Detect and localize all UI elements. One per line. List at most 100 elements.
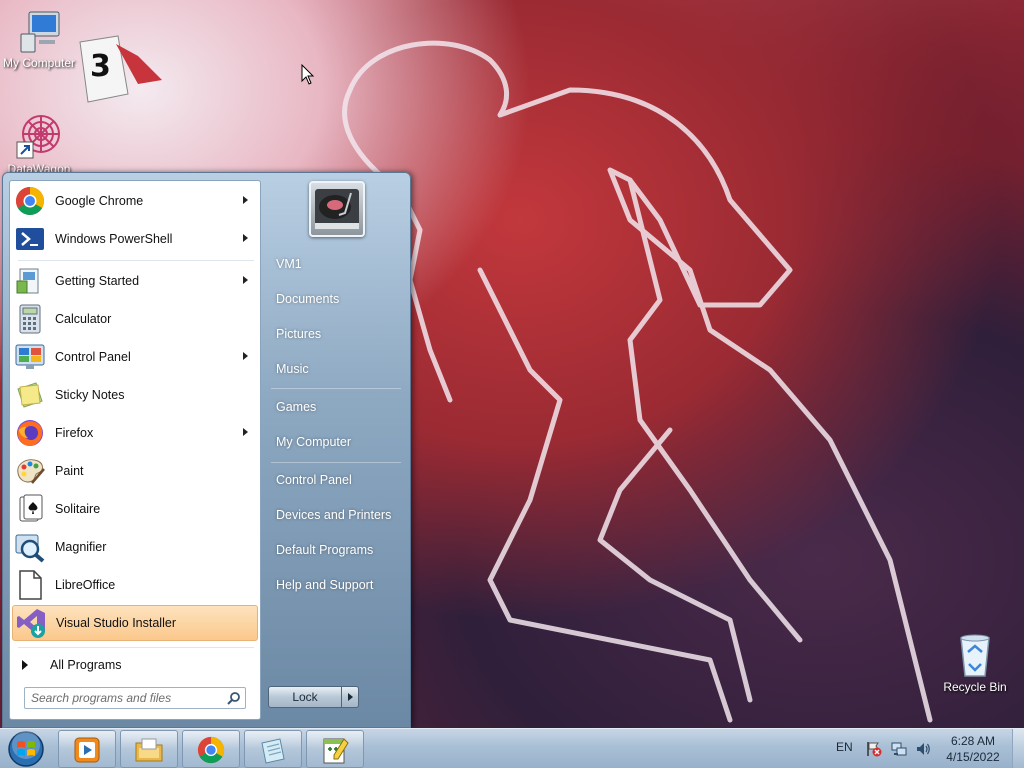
separator [18, 260, 254, 261]
submenu-arrow-icon [243, 352, 248, 360]
link-devices-and-printers[interactable]: Devices and Printers [265, 500, 407, 530]
language-indicator[interactable]: EN [836, 740, 853, 754]
network-icon[interactable] [891, 741, 907, 757]
program-firefox[interactable]: Firefox [12, 415, 258, 451]
program-magnifier[interactable]: Magnifier [12, 529, 258, 565]
wallpaper-chalk-outline [342, 40, 933, 723]
program-label: Paint [55, 464, 84, 478]
desktop-icon-my-computer[interactable]: My Computer [0, 10, 78, 70]
link-pictures[interactable]: Pictures [265, 319, 407, 349]
program-sticky-notes[interactable]: Sticky Notes [12, 377, 258, 413]
sticky-notes-icon [17, 382, 43, 408]
expand-arrow-icon [22, 660, 28, 670]
search-box[interactable] [24, 687, 246, 709]
turntable-icon [315, 189, 359, 229]
program-label: Solitaire [55, 502, 101, 516]
link-music[interactable]: Music [265, 354, 407, 384]
program-label: Sticky Notes [55, 388, 125, 402]
user-account-picture[interactable] [309, 181, 365, 237]
program-google-chrome[interactable]: Google Chrome [12, 183, 258, 219]
recycle-bin-icon [960, 634, 990, 677]
lock-button[interactable]: Lock [268, 686, 342, 708]
shutdown-options-button[interactable] [342, 686, 359, 708]
clock-date: 4/15/2022 [946, 750, 1000, 764]
link-games[interactable]: Games [265, 392, 407, 422]
program-control-panel[interactable]: Control Panel [12, 339, 258, 375]
search-icon[interactable] [227, 691, 241, 705]
desktop-icon-label: Recycle Bin [943, 680, 1007, 694]
submenu-arrow-icon [243, 276, 248, 284]
program-label: Google Chrome [55, 194, 144, 208]
magnifier-icon [15, 534, 45, 563]
calendar-gadget-icon: 3 [79, 35, 162, 103]
link-vm1[interactable]: VM1 [265, 249, 407, 279]
program-solitaire[interactable]: Solitaire [12, 491, 258, 527]
getting-started-icon [16, 268, 39, 294]
chevron-right-icon [348, 693, 353, 701]
chrome-icon [197, 736, 225, 764]
program-label: Calculator [55, 312, 112, 326]
submenu-arrow-icon [243, 428, 248, 436]
program-windows-powershell[interactable]: Windows PowerShell [12, 221, 258, 257]
notepad-plus-plus-icon [323, 738, 349, 764]
svg-text:3: 3 [90, 49, 111, 84]
program-label: Windows PowerShell [55, 232, 173, 246]
program-libreoffice[interactable]: LibreOffice [12, 567, 258, 603]
visual-studio-installer-icon [17, 609, 45, 638]
system-clock[interactable]: 6:28 AM 4/15/2022 [940, 733, 1006, 765]
start-button[interactable] [6, 730, 46, 768]
clock-time: 6:28 AM [950, 734, 996, 748]
program-calculator[interactable]: Calculator [12, 301, 258, 337]
volume-icon[interactable] [915, 741, 931, 757]
libreoffice-icon [19, 570, 42, 600]
link-documents[interactable]: Documents [265, 284, 407, 314]
taskbar-google-chrome[interactable] [182, 730, 240, 768]
separator [271, 462, 401, 463]
search-input[interactable] [31, 689, 227, 707]
program-label: Firefox [55, 426, 94, 440]
submenu-arrow-icon [243, 234, 248, 242]
program-getting-started[interactable]: Getting Started [12, 263, 258, 299]
control-panel-icon [15, 344, 45, 369]
file-explorer-icon [135, 738, 163, 762]
notepad-icon [261, 738, 285, 764]
link-my-computer[interactable]: My Computer [265, 427, 407, 457]
show-desktop-button[interactable] [1012, 729, 1024, 768]
mouse-cursor-icon [301, 64, 315, 85]
taskbar-notepad[interactable] [244, 730, 302, 768]
program-label: Getting Started [55, 274, 140, 288]
powershell-icon [16, 228, 44, 250]
start-menu: Google Chrome Windows PowerShell Getting… [2, 172, 411, 728]
firefox-icon [17, 420, 43, 446]
program-label: Visual Studio Installer [56, 616, 176, 630]
program-label: Magnifier [55, 540, 107, 554]
paint-icon [17, 459, 45, 484]
start-menu-programs-pane: Google Chrome Windows PowerShell Getting… [9, 180, 261, 720]
desktop-icon-recycle-bin[interactable]: Recycle Bin [936, 632, 1014, 694]
calculator-icon [19, 304, 41, 334]
my-computer-icon [20, 11, 60, 53]
datawagon-icon [16, 115, 60, 159]
taskbar: EN 6:28 AM 4/15/2022 [0, 728, 1024, 768]
link-default-programs[interactable]: Default Programs [265, 535, 407, 565]
media-player-icon [74, 737, 100, 763]
program-label: LibreOffice [55, 578, 116, 592]
separator [271, 388, 401, 389]
taskbar-media-player[interactable] [58, 730, 116, 768]
solitaire-icon [19, 494, 43, 522]
program-paint[interactable]: Paint [12, 453, 258, 489]
taskbar-notepad-plus-plus[interactable] [306, 730, 364, 768]
chrome-icon [16, 187, 44, 215]
program-visual-studio-installer[interactable]: Visual Studio Installer [12, 605, 258, 641]
link-control-panel[interactable]: Control Panel [265, 465, 407, 495]
separator [18, 647, 254, 648]
submenu-arrow-icon [243, 196, 248, 204]
action-center-flag-icon[interactable] [866, 741, 882, 757]
desktop-icon-datawagon[interactable]: DataWagon [0, 112, 78, 176]
program-label: Control Panel [55, 350, 131, 364]
link-help-and-support[interactable]: Help and Support [265, 570, 407, 600]
desktop-icon-label: My Computer [2, 56, 76, 70]
all-programs-label: All Programs [50, 658, 122, 672]
all-programs-button[interactable]: All Programs [12, 651, 258, 679]
taskbar-file-explorer[interactable] [120, 730, 178, 768]
